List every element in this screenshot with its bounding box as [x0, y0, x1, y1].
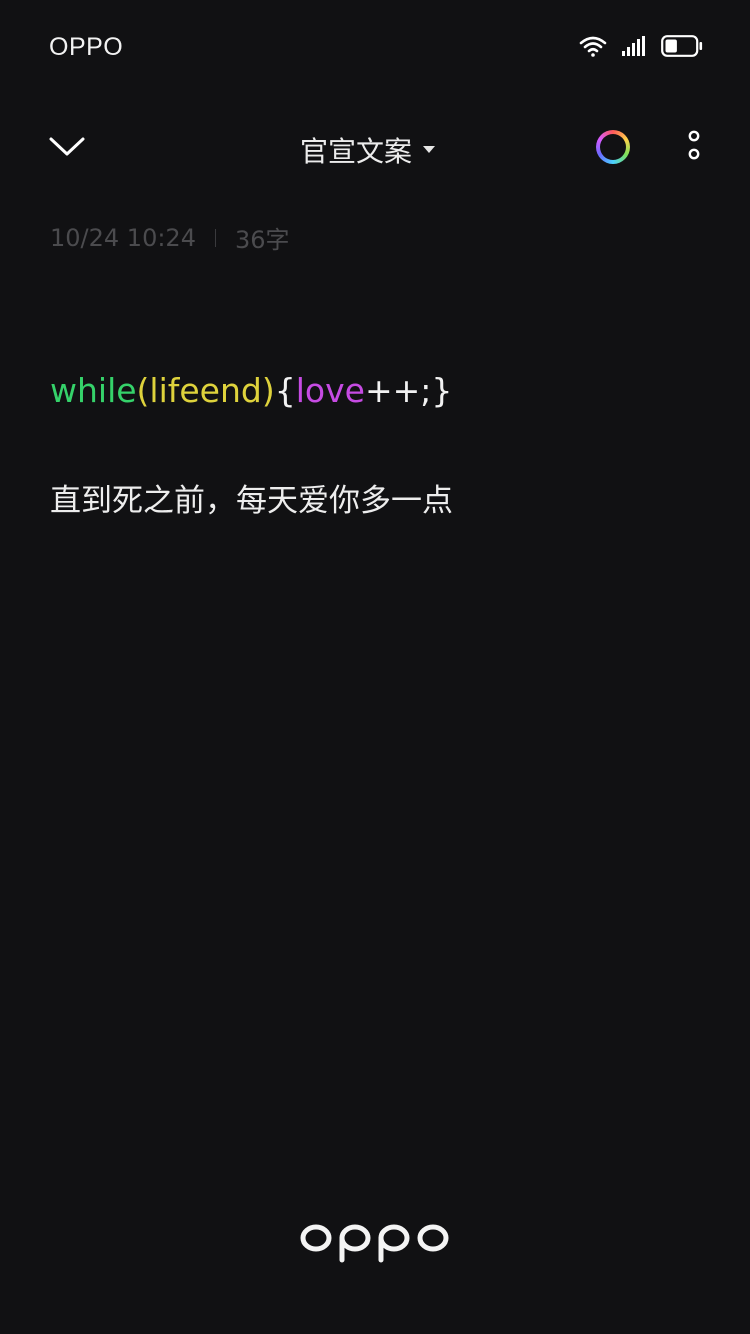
code-segment: lifeend [149, 371, 262, 410]
note-text-line: 直到死之前，每天爱你多一点 [50, 483, 453, 519]
more-vertical-icon [687, 130, 701, 167]
note-datetime: 10/24 10:24 [50, 223, 196, 252]
caret-down-icon [422, 141, 436, 159]
collapse-button[interactable] [44, 126, 90, 172]
code-segment: ) [261, 371, 275, 410]
note-char-count: 36字 [234, 226, 290, 254]
code-segment: love [295, 371, 365, 410]
code-segment: ( [136, 371, 150, 410]
chevron-down-icon [48, 135, 86, 164]
status-icons [579, 34, 703, 62]
more-options-button[interactable] [680, 130, 708, 166]
wifi-icon [579, 35, 607, 62]
oppo-logo [0, 1218, 750, 1264]
code-segment: while [50, 371, 137, 410]
note-toolbar: 官宣文案 [0, 108, 750, 188]
meta-divider [214, 228, 216, 247]
code-segment: ++;} [364, 371, 453, 410]
folder-selector[interactable]: 官宣文案 [300, 128, 436, 172]
battery-icon [661, 34, 703, 62]
note-editor[interactable]: while(lifeend){love++;} 直到死之前，每天爱你多一点 [50, 365, 700, 527]
code-segment: { [274, 371, 296, 410]
folder-title: 官宣文案 [300, 135, 413, 168]
signal-icon [621, 35, 647, 62]
status-bar: OPPO [0, 0, 750, 96]
color-ring-icon[interactable] [596, 130, 630, 164]
carrier-name: OPPO [49, 33, 124, 61]
note-meta: 10/24 10:24 36字 [50, 220, 290, 255]
code-line: while(lifeend){love++;} [50, 365, 700, 417]
